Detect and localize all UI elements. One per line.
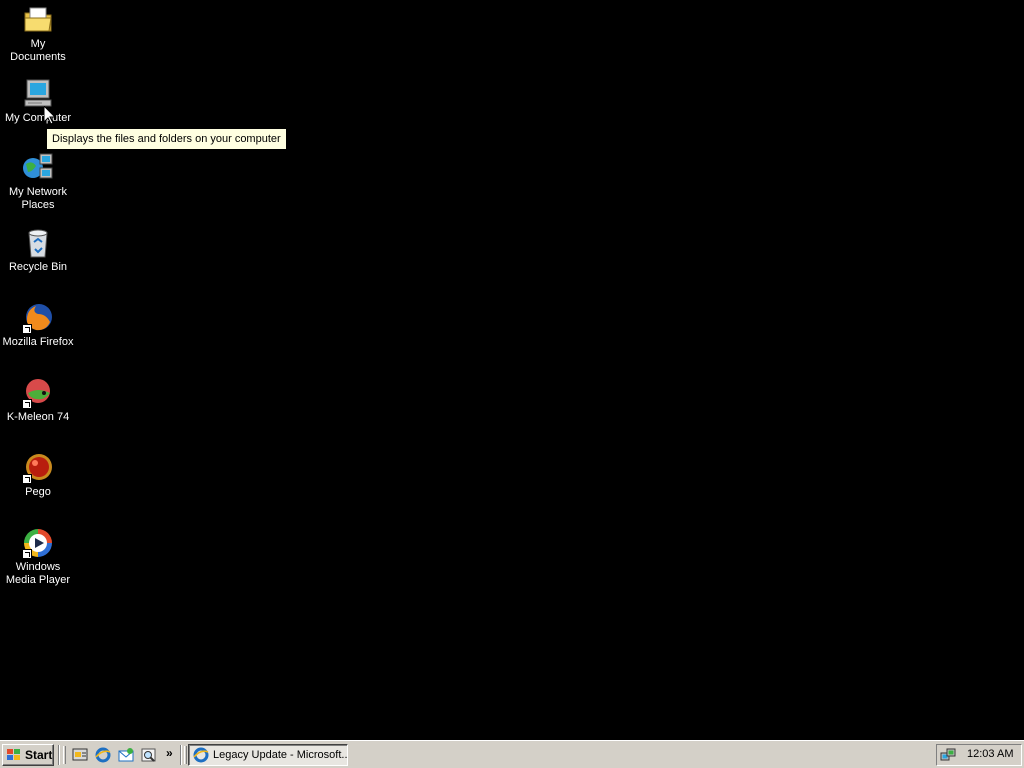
desktop-icon-windows-media-player[interactable]: Windows Media Player xyxy=(2,527,74,587)
firefox-icon xyxy=(22,302,54,334)
start-button[interactable]: Start xyxy=(2,744,54,766)
shortcut-arrow-icon xyxy=(22,324,32,334)
desktop-icon-label-line1: Windows xyxy=(15,561,61,573)
desktop-icon-my-network-places[interactable]: My Network Places xyxy=(2,152,74,212)
tooltip: Displays the files and folders on your c… xyxy=(46,128,287,150)
system-tray: 12:03 AM xyxy=(936,744,1022,766)
desktop-icon-label: K-Meleon 74 xyxy=(6,411,70,423)
desktop-icon-recycle-bin[interactable]: Recycle Bin xyxy=(2,227,74,274)
pego-icon xyxy=(22,452,54,484)
taskbar: Start » Legacy Update - Microsoft... 12:… xyxy=(0,740,1024,768)
task-button-label: Legacy Update - Microsoft... xyxy=(213,749,348,761)
k-meleon-icon xyxy=(22,377,54,409)
quick-launch-grip[interactable] xyxy=(63,746,66,764)
my-network-places-icon xyxy=(22,152,54,184)
taskbar-divider xyxy=(180,745,182,765)
task-area-grip[interactable] xyxy=(184,746,187,764)
desktop-icon-label: Recycle Bin xyxy=(8,261,68,273)
my-documents-icon xyxy=(22,4,54,36)
desktop-icon-label: Mozilla Firefox xyxy=(2,336,74,348)
shortcut-arrow-icon xyxy=(22,399,32,409)
desktop-icon-label-line1: My Network xyxy=(8,186,68,198)
show-desktop-icon[interactable] xyxy=(72,747,88,763)
desktop-icon-pego[interactable]: Pego xyxy=(2,452,74,499)
search-icon[interactable] xyxy=(141,747,157,763)
shortcut-arrow-icon xyxy=(22,474,32,484)
desktop-icon-mozilla-firefox[interactable]: Mozilla Firefox xyxy=(2,302,74,349)
task-button-legacy-update[interactable]: Legacy Update - Microsoft... xyxy=(188,744,348,766)
desktop-icon-label-line2: Places xyxy=(21,199,55,211)
windows-media-player-icon xyxy=(22,527,54,559)
mouse-cursor-icon xyxy=(43,104,57,125)
internet-explorer-icon xyxy=(193,747,209,763)
quick-launch-more-button[interactable]: » xyxy=(166,746,173,760)
desktop-icon-my-computer[interactable]: My Computer xyxy=(2,78,74,125)
desktop-icon-my-documents[interactable]: My Documents xyxy=(2,4,74,64)
desktop-icon-k-meleon[interactable]: K-Meleon 74 xyxy=(2,377,74,424)
desktop[interactable]: My Documents My Computer My Network Plac… xyxy=(0,0,1024,740)
shortcut-arrow-icon xyxy=(22,549,32,559)
desktop-icon-label-line2: Media Player xyxy=(5,574,71,586)
windows-logo-icon xyxy=(6,748,22,762)
desktop-icon-label: Pego xyxy=(25,486,51,498)
start-label: Start xyxy=(25,748,53,762)
clock[interactable]: 12:03 AM xyxy=(967,748,1013,760)
recycle-bin-icon xyxy=(22,227,54,259)
internet-explorer-icon[interactable] xyxy=(95,747,111,763)
outlook-express-icon[interactable] xyxy=(118,747,134,763)
taskbar-divider xyxy=(58,745,60,765)
desktop-icon-label: My Documents xyxy=(10,38,66,63)
desktop-icon-label: My Computer xyxy=(4,112,72,124)
network-connection-icon[interactable] xyxy=(940,747,956,763)
